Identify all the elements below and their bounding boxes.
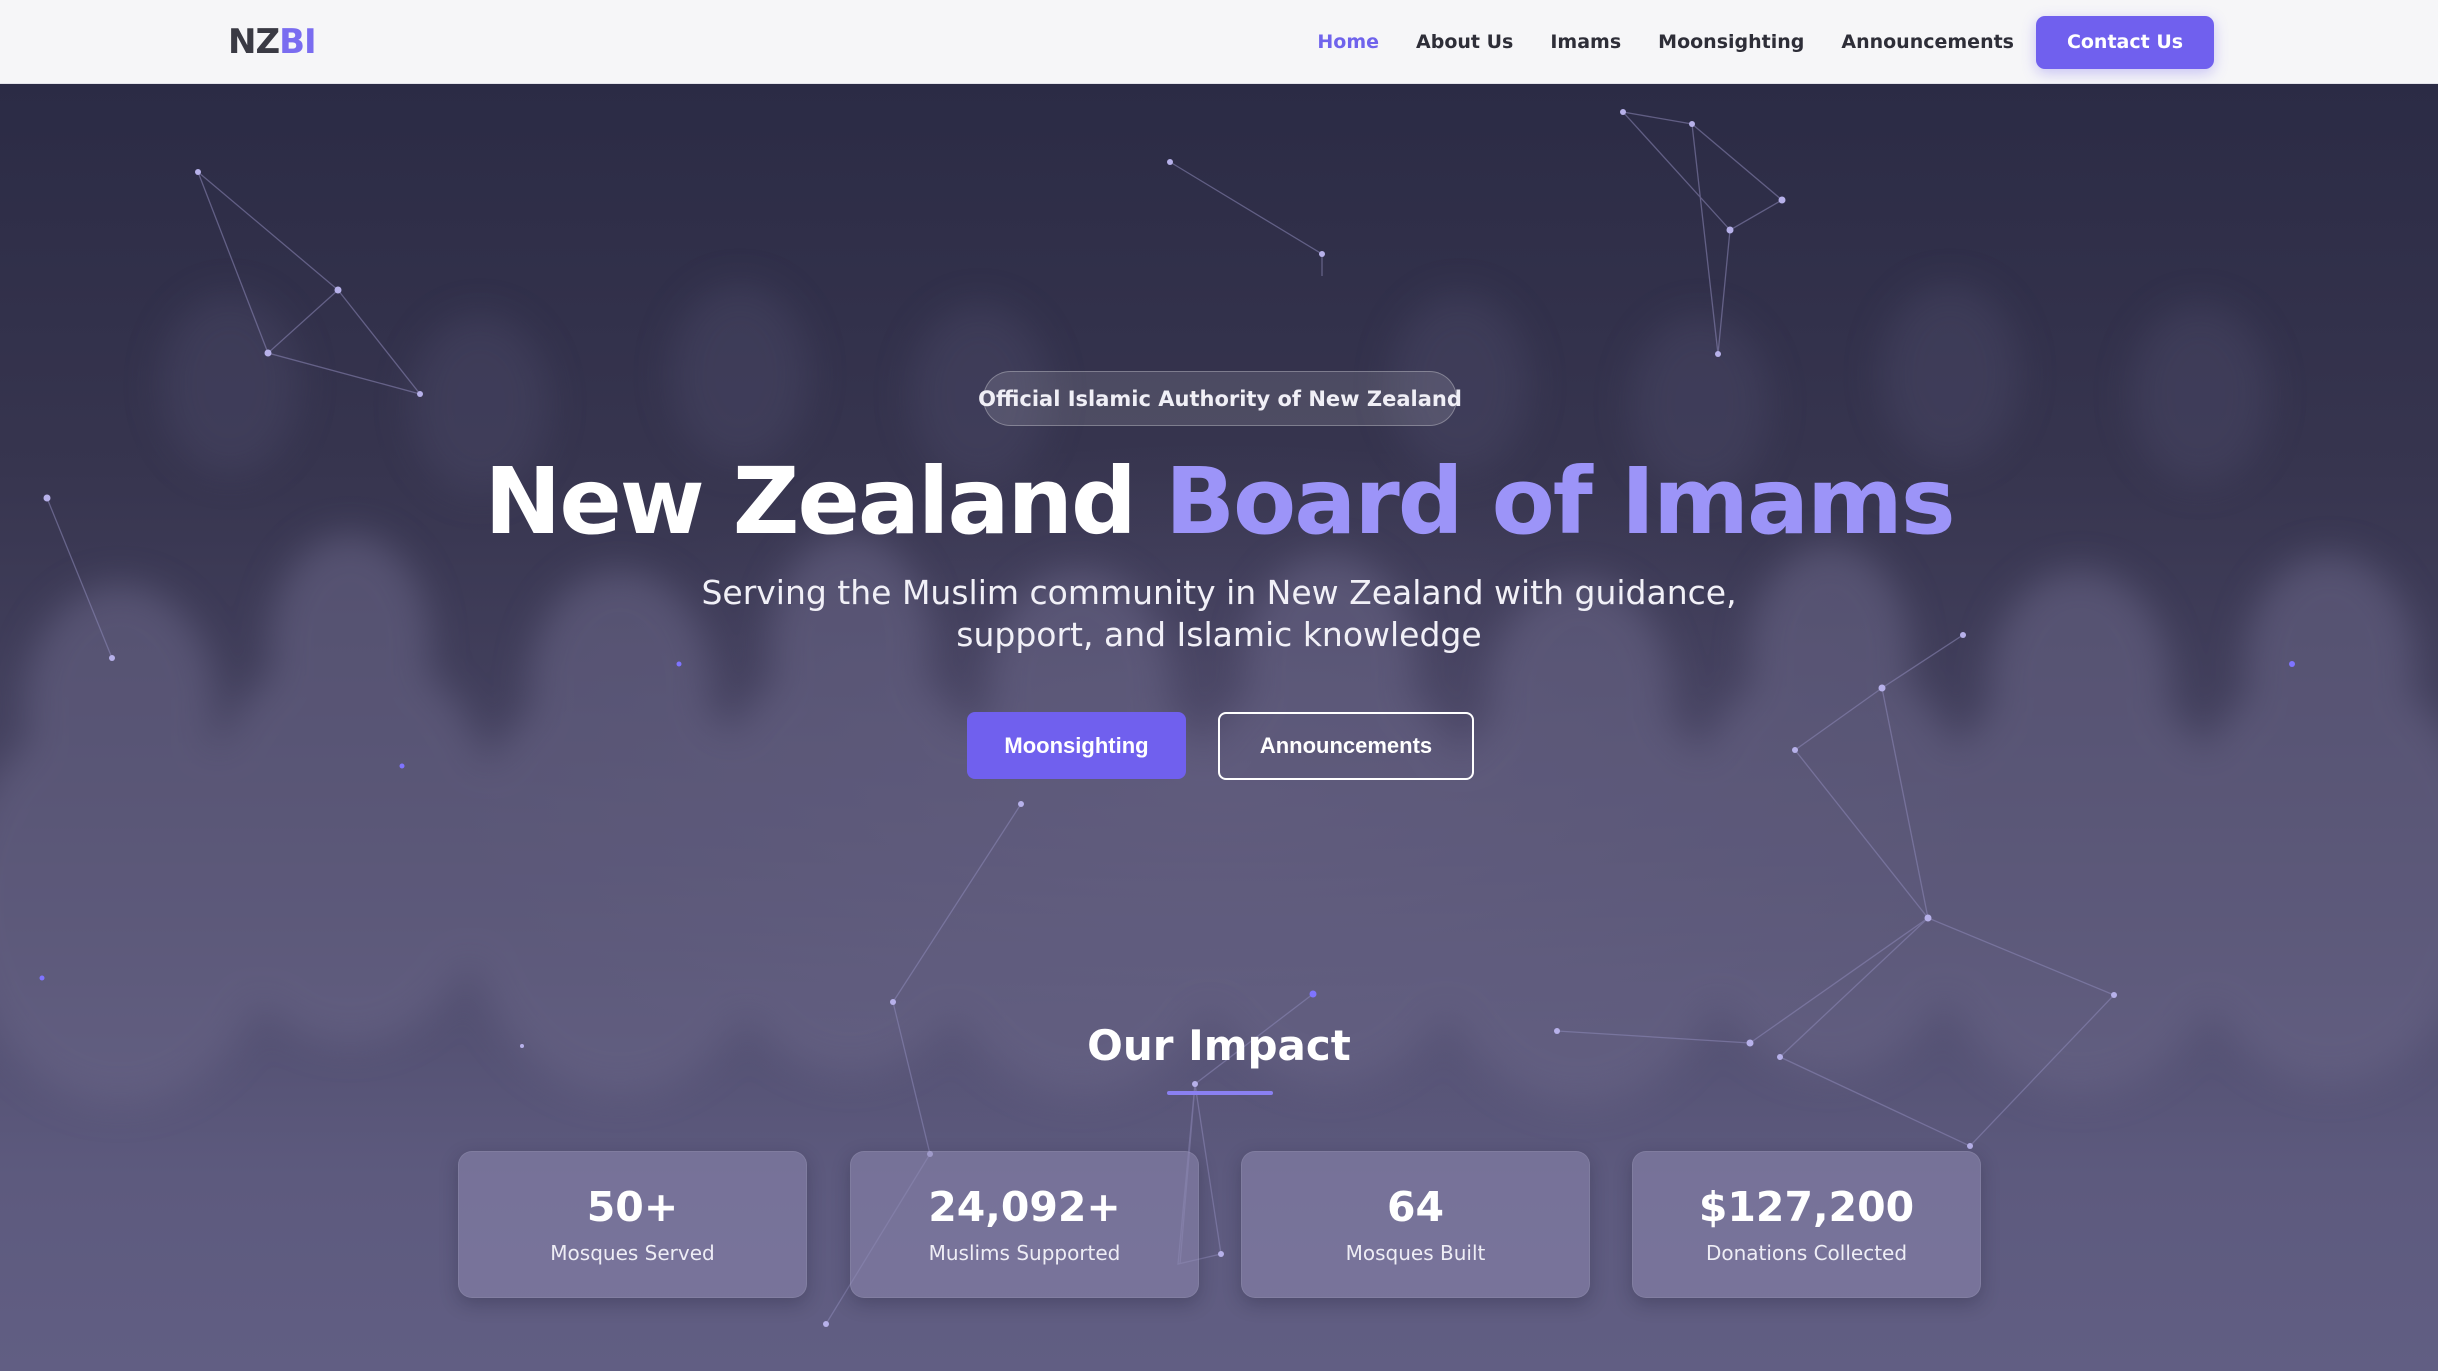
contact-us-button[interactable]: Contact Us (2036, 15, 2214, 69)
nav-link-about-us[interactable]: About Us (1416, 31, 1513, 53)
stat-value: 24,092+ (928, 1183, 1121, 1231)
nav-link-announcements[interactable]: Announcements (1841, 31, 2014, 53)
stat-label: Muslims Supported (928, 1241, 1121, 1265)
nav-link-imams[interactable]: Imams (1550, 31, 1621, 53)
hero-subtitle-line-2: support, and Islamic knowledge (956, 615, 1482, 654)
moonsighting-button[interactable]: Moonsighting (967, 712, 1186, 779)
top-navbar: NZBI Home About Us Imams Moonsighting An… (0, 0, 2438, 84)
logo-text-bi: BI (279, 22, 317, 62)
hero-title: New Zealand Board of Imams (0, 442, 2438, 562)
stat-label: Mosques Built (1345, 1241, 1486, 1265)
stat-card-mosques-served: 50+ Mosques Served (458, 1151, 807, 1298)
hero-subtitle-line-1: Serving the Muslim community in New Zeal… (701, 573, 1737, 612)
stat-label: Donations Collected (1705, 1241, 1908, 1265)
nzbi-logo[interactable]: NZBI (228, 22, 317, 62)
authority-badge: Official Islamic Authority of New Zealan… (978, 371, 1462, 426)
nav-link-home[interactable]: Home (1317, 31, 1379, 53)
hero-title-white: New Zealand (484, 448, 1137, 555)
logo-text-nz: NZ (228, 22, 280, 62)
stat-card-muslims-supported: 24,092+ Muslims Supported (850, 1151, 1199, 1298)
impact-title-underline (1167, 1091, 1273, 1095)
stat-value: 64 (1386, 1183, 1445, 1231)
stat-card-donations-collected: $127,200 Donations Collected (1632, 1151, 1981, 1298)
stat-label: Mosques Served (550, 1241, 715, 1265)
impact-section-title: Our Impact (1087, 1021, 1351, 1070)
hero-title-accent: Board of Imams (1164, 448, 1956, 555)
stat-card-mosques-built: 64 Mosques Built (1241, 1151, 1590, 1298)
announcements-button[interactable]: Announcements (1218, 712, 1474, 780)
stat-value: 50+ (586, 1183, 679, 1231)
nav-link-moonsighting[interactable]: Moonsighting (1658, 31, 1804, 53)
nav-links: Home About Us Imams Moonsighting Announc… (1280, 0, 2438, 84)
hero-subtitle: Serving the Muslim community in New Zeal… (619, 572, 1819, 656)
hero-section: Official Islamic Authority of New Zealan… (0, 84, 2438, 1371)
stat-value: $127,200 (1698, 1183, 1915, 1231)
